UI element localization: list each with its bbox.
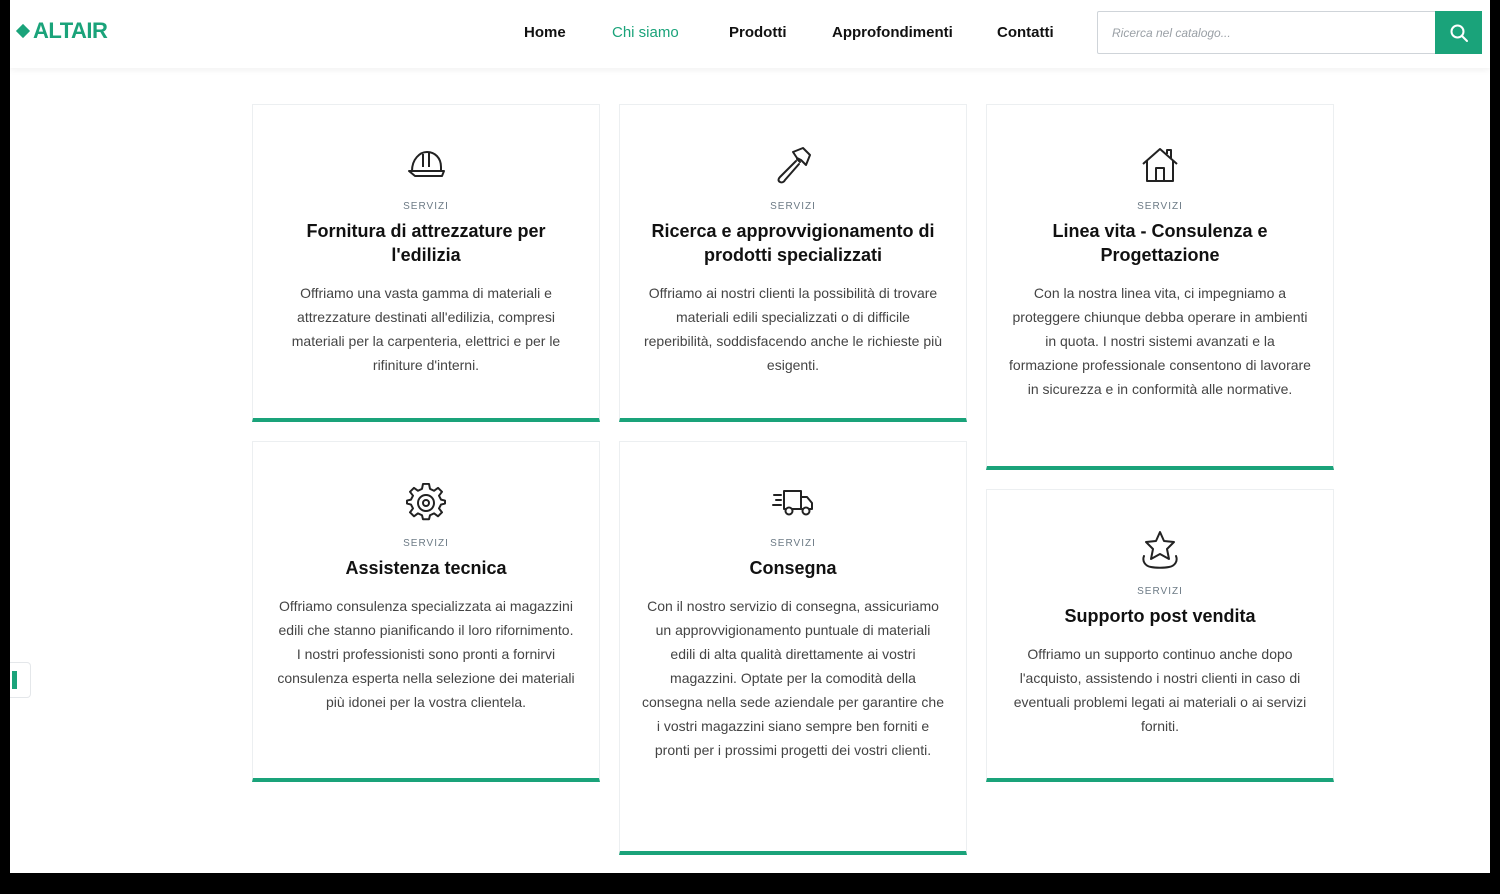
altair-logo[interactable]: ALTAIR: [15, 18, 108, 44]
card-kicker: SERVIZI: [403, 201, 449, 212]
search-input[interactable]: [1098, 12, 1436, 53]
card-kicker: SERVIZI: [1137, 586, 1183, 597]
gear-icon: [275, 482, 577, 522]
card-kicker: SERVIZI: [403, 538, 449, 549]
card-text: Con il nostro servizio di consegna, assi…: [642, 598, 944, 758]
nav-item-home[interactable]: Home: [524, 24, 566, 41]
service-card: SERVIZI Ricerca e approvvigionamento di …: [619, 104, 967, 422]
search-button[interactable]: [1435, 11, 1482, 54]
service-card: SERVIZI Fornitura di attrezzature per l'…: [252, 104, 600, 422]
house-icon: [1009, 145, 1311, 185]
card-title: Fornitura di attrezzature per l'edilizia: [306, 221, 546, 265]
hammer-icon: [642, 145, 944, 185]
side-tab-mark-icon: [12, 671, 17, 689]
side-floating-tab[interactable]: [10, 662, 31, 698]
search-icon: [1450, 24, 1468, 42]
page-viewport: ALTAIR Home Chi siamo Prodotti Approfond…: [10, 0, 1490, 873]
nav-item-approfondimenti[interactable]: Approfondimenti: [832, 24, 953, 41]
card-text: Offriamo consulenza specializzata ai mag…: [277, 598, 575, 710]
card-text: Offriamo una vasta gamma di materiali e …: [291, 285, 561, 373]
nav-item-chi-siamo[interactable]: Chi siamo: [612, 24, 679, 41]
card-title: Assistenza tecnica: [345, 558, 507, 578]
service-card: SERVIZI Linea vita - Consulenza e Proget…: [986, 104, 1334, 470]
search-bar: [1097, 11, 1482, 54]
card-text: Offriamo un supporto continuo anche dopo…: [1013, 646, 1307, 734]
card-text: Con la nostra linea vita, ci impegniamo …: [1009, 285, 1311, 397]
card-kicker: SERVIZI: [1137, 201, 1183, 212]
support-star-icon: [1009, 530, 1311, 570]
card-kicker: SERVIZI: [770, 538, 816, 549]
logo-text: ALTAIR: [33, 18, 108, 43]
site-header: ALTAIR Home Chi siamo Prodotti Approfond…: [10, 0, 1490, 68]
card-text: Offriamo ai nostri clienti la possibilit…: [643, 285, 943, 373]
nav-item-prodotti[interactable]: Prodotti: [729, 24, 787, 41]
card-kicker: SERVIZI: [770, 201, 816, 212]
service-card: SERVIZI Assistenza tecnica Offriamo cons…: [252, 441, 600, 782]
card-title: Ricerca e approvvigionamento di prodotti…: [651, 221, 935, 265]
card-title: Consegna: [749, 558, 837, 578]
helmet-icon: [275, 145, 577, 185]
logo-mark-icon: [15, 23, 31, 39]
delivery-truck-icon: [642, 482, 944, 522]
card-title: Supporto post vendita: [1064, 606, 1256, 626]
card-title: Linea vita - Consulenza e Progettazione: [1052, 221, 1268, 265]
nav-item-contatti[interactable]: Contatti: [997, 24, 1054, 41]
service-card: SERVIZI Consegna Con il nostro servizio …: [619, 441, 967, 855]
service-card: SERVIZI Supporto post vendita Offriamo u…: [986, 489, 1334, 782]
